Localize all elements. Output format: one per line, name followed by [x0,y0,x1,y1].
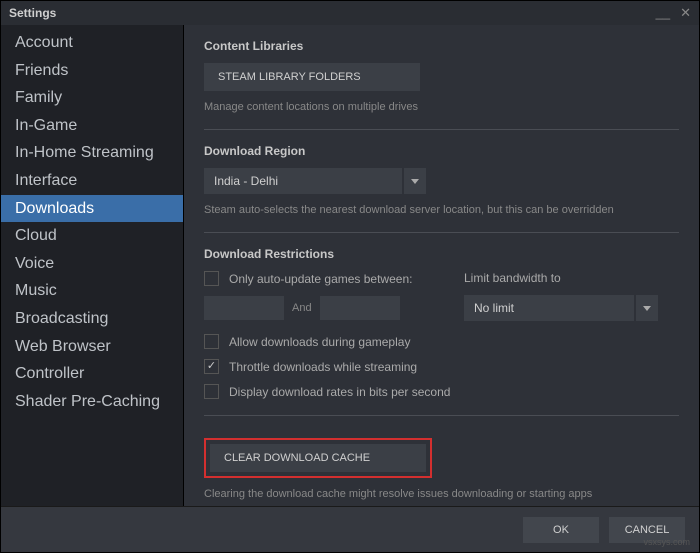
sidebar-item-controller[interactable]: Controller [1,360,183,388]
display-bits-label: Display download rates in bits per secon… [229,385,450,399]
bandwidth-select[interactable]: No limit [464,295,679,321]
sidebar-item-shader-pre-caching[interactable]: Shader Pre-Caching [1,388,183,416]
download-restrictions-title: Download Restrictions [204,247,679,261]
content-libraries-hint: Manage content locations on multiple dri… [204,101,679,113]
time-start-input[interactable] [204,296,284,320]
restrictions-row: Only auto-update games between: And Limi… [204,271,679,334]
throttle-streaming-row: Throttle downloads while streaming [204,359,679,374]
throttle-streaming-checkbox[interactable] [204,359,219,374]
chevron-down-icon [643,306,651,311]
divider [204,232,679,233]
time-end-input[interactable] [320,296,400,320]
sidebar-item-friends[interactable]: Friends [1,57,183,85]
download-region-dropdown-button[interactable] [404,168,426,194]
sidebar-item-downloads[interactable]: Downloads [1,195,183,223]
content-area: Account Friends Family In-Game In-Home S… [1,25,699,506]
steam-library-folders-button[interactable]: STEAM LIBRARY FOLDERS [204,63,420,91]
auto-update-checkbox[interactable] [204,271,219,286]
sidebar-item-voice[interactable]: Voice [1,250,183,278]
clear-cache-highlight: CLEAR DOWNLOAD CACHE [204,438,432,478]
watermark: vsxsys.com [643,537,690,547]
throttle-streaming-label: Throttle downloads while streaming [229,360,417,374]
auto-update-row: Only auto-update games between: [204,271,434,286]
divider [204,129,679,130]
display-bits-row: Display download rates in bits per secon… [204,384,679,399]
restrictions-right-col: Limit bandwidth to No limit [464,271,679,334]
clear-cache-hint: Clearing the download cache might resolv… [204,488,679,500]
sidebar-item-music[interactable]: Music [1,277,183,305]
auto-update-label: Only auto-update games between: [229,272,412,286]
download-region-hint: Steam auto-selects the nearest download … [204,204,679,216]
sidebar-item-broadcasting[interactable]: Broadcasting [1,305,183,333]
bandwidth-dropdown-button[interactable] [636,295,658,321]
sidebar-item-cloud[interactable]: Cloud [1,222,183,250]
sidebar-item-web-browser[interactable]: Web Browser [1,333,183,361]
footer: OK CANCEL [1,506,699,552]
sidebar-item-account[interactable]: Account [1,29,183,57]
download-region-select[interactable]: India - Delhi [204,168,679,194]
download-region-value[interactable]: India - Delhi [204,168,402,194]
restrictions-left-col: Only auto-update games between: And [204,271,434,334]
close-icon[interactable]: ✕ [680,5,691,21]
time-range-row: And [204,296,434,320]
sidebar-item-in-home-streaming[interactable]: In-Home Streaming [1,139,183,167]
minimize-icon[interactable]: __ [656,5,670,21]
window-title: Settings [9,6,56,20]
sidebar-item-interface[interactable]: Interface [1,167,183,195]
clear-download-cache-button[interactable]: CLEAR DOWNLOAD CACHE [210,444,426,472]
titlebar: Settings __ ✕ [1,1,699,25]
allow-gameplay-label: Allow downloads during gameplay [229,335,410,349]
settings-window: Settings __ ✕ Account Friends Family In-… [0,0,700,553]
window-controls: __ ✕ [656,5,691,21]
content-libraries-title: Content Libraries [204,39,679,53]
chevron-down-icon [411,179,419,184]
sidebar: Account Friends Family In-Game In-Home S… [1,25,184,506]
allow-gameplay-row: Allow downloads during gameplay [204,334,679,349]
divider [204,415,679,416]
allow-gameplay-checkbox[interactable] [204,334,219,349]
sidebar-item-in-game[interactable]: In-Game [1,112,183,140]
limit-bandwidth-label: Limit bandwidth to [464,271,679,285]
download-region-title: Download Region [204,144,679,158]
display-bits-checkbox[interactable] [204,384,219,399]
ok-button[interactable]: OK [523,517,599,543]
bandwidth-value[interactable]: No limit [464,295,634,321]
sidebar-item-family[interactable]: Family [1,84,183,112]
main-panel: Content Libraries STEAM LIBRARY FOLDERS … [184,25,699,506]
and-label: And [292,302,312,314]
